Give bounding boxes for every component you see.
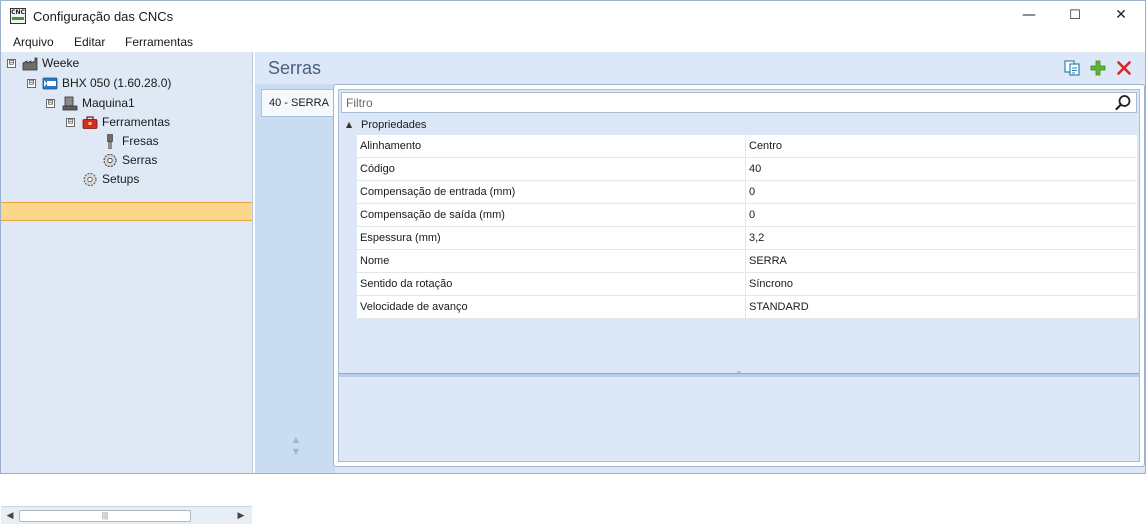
tab-scroll-up-icon[interactable]: ▲ xyxy=(290,434,302,446)
property-value[interactable]: STANDARD xyxy=(749,296,1135,318)
tree-node-maquina1[interactable]: ⊟ Maquina1 xyxy=(1,94,251,113)
tree-node-ferramentas[interactable]: ⊟ Ferramentas xyxy=(1,113,251,132)
filter-box xyxy=(341,92,1137,113)
group-header-propriedades[interactable]: ▲ Propriedades xyxy=(341,115,1137,135)
tree-node-bhx[interactable]: ⊟ BHX 050 (1.60.28.0) xyxy=(1,74,251,93)
window-title: Configuração das CNCs xyxy=(33,9,174,24)
property-row[interactable]: Nome SERRA xyxy=(357,250,1137,273)
close-button[interactable]: ✕ xyxy=(1098,0,1144,31)
minimize-icon: — xyxy=(1022,7,1036,23)
saw-gear-icon xyxy=(102,153,118,168)
group-label: Propriedades xyxy=(361,119,427,131)
maximize-button[interactable]: ☐ xyxy=(1052,0,1098,31)
factory-icon xyxy=(22,56,38,71)
vertical-tab-strip: 40 - SERRA ▲ ▼ xyxy=(255,84,335,473)
tree-horizontal-scrollbar[interactable]: ◀ ||| ▶ xyxy=(1,506,252,524)
property-value[interactable]: 3,2 xyxy=(749,227,1135,249)
tree-node-label: Serras xyxy=(122,153,158,167)
scrollbar-thumb[interactable]: ||| xyxy=(19,510,191,522)
toolbox-icon xyxy=(82,115,98,130)
tab-scroll-arrows[interactable]: ▲ ▼ xyxy=(290,434,302,458)
property-name: Velocidade de avanço xyxy=(360,296,746,318)
property-name: Nome xyxy=(360,250,746,272)
property-value[interactable]: 40 xyxy=(749,158,1135,180)
property-grid: ▲ Propriedades Alinhamento Centro Código… xyxy=(338,89,1140,462)
detail-panel: Serras 40 - SERRA ▲ ▼ Filtro ▲ Proprieda… xyxy=(255,52,1145,473)
property-row[interactable]: Velocidade de avanço STANDARD xyxy=(357,296,1137,319)
app-window: CNC Configuração das CNCs Arquivo Editar… xyxy=(0,0,1146,524)
property-name: Compensação de saída (mm) xyxy=(360,204,746,226)
tree-node-label: Ferramentas xyxy=(102,115,171,129)
property-value[interactable]: Síncrono xyxy=(749,273,1135,295)
property-row[interactable]: Sentido da rotação Síncrono xyxy=(357,273,1137,296)
property-name: Sentido da rotação xyxy=(360,273,746,295)
tree-node-setups[interactable]: Setups xyxy=(1,170,251,189)
close-icon: ✕ xyxy=(1115,7,1127,23)
property-row[interactable]: Compensação de saída (mm) 0 xyxy=(357,204,1137,227)
drill-bit-icon xyxy=(102,134,118,149)
tree-node-fresas[interactable]: Fresas xyxy=(1,132,251,151)
collapse-icon[interactable]: ⊟ xyxy=(46,99,55,108)
property-table: Alinhamento Centro Código 40 Compensação… xyxy=(357,135,1137,319)
property-row[interactable]: Alinhamento Centro xyxy=(357,135,1137,158)
property-name: Espessura (mm) xyxy=(360,227,746,249)
menu-arquivo[interactable]: Arquivo xyxy=(13,35,54,49)
minimize-button[interactable]: — xyxy=(1006,0,1052,31)
property-row[interactable]: Compensação de entrada (mm) 0 xyxy=(357,181,1137,204)
tab-scroll-down-icon[interactable]: ▼ xyxy=(290,446,302,458)
property-value[interactable]: 0 xyxy=(749,204,1135,226)
property-value[interactable]: 0 xyxy=(749,181,1135,203)
add-icon[interactable] xyxy=(1089,59,1107,77)
cnc-app-icon: CNC xyxy=(10,8,26,24)
tree-node-label: Weeke xyxy=(42,56,80,70)
tab-40-serra[interactable]: 40 - SERRA xyxy=(261,89,335,117)
maximize-icon: ☐ xyxy=(1069,8,1081,23)
scroll-right-icon[interactable]: ▶ xyxy=(236,510,246,522)
machine-icon xyxy=(62,96,78,111)
scroll-left-icon[interactable]: ◀ xyxy=(5,510,15,522)
copy-icon[interactable] xyxy=(1063,59,1081,77)
title-bar: CNC Configuração das CNCs xyxy=(1,1,1145,32)
tree-node-label: Fresas xyxy=(122,134,159,148)
description-splitter[interactable]: '''' xyxy=(339,372,1139,378)
tree-node-label: Maquina1 xyxy=(82,96,135,110)
menu-ferramentas[interactable]: Ferramentas xyxy=(125,35,193,49)
property-row[interactable]: Código 40 xyxy=(357,158,1137,181)
property-row[interactable]: Espessura (mm) 3,2 xyxy=(357,227,1137,250)
collapse-icon[interactable]: ⊟ xyxy=(27,79,36,88)
tree-node-serras[interactable]: Serras xyxy=(1,151,251,170)
search-icon[interactable] xyxy=(1115,94,1132,111)
app-icon-text: CNC xyxy=(11,9,25,16)
tree-node-weeke[interactable]: ⊟ Weeke xyxy=(1,54,251,73)
collapse-icon[interactable]: ⊟ xyxy=(66,118,75,127)
collapse-group-icon[interactable]: ▲ xyxy=(346,115,352,135)
property-value[interactable]: Centro xyxy=(749,135,1135,157)
description-area xyxy=(339,378,1139,461)
property-value[interactable]: SERRA xyxy=(749,250,1135,272)
property-name: Código xyxy=(360,158,746,180)
tree-panel: ⊟ Weeke ⊟ BHX 050 (1.60.28.0) ⊟ Maquina1… xyxy=(1,52,253,524)
tree-node-label: BHX 050 (1.60.28.0) xyxy=(62,76,172,90)
panel-title: Serras xyxy=(268,58,322,78)
tree-node-label: Setups xyxy=(102,172,140,186)
tree-selection-highlight xyxy=(1,202,252,221)
gear-icon xyxy=(82,172,98,187)
menu-editar[interactable]: Editar xyxy=(74,35,105,49)
menu-bar: Arquivo Editar Ferramentas xyxy=(1,32,1145,52)
tab-content: ▲ Propriedades Alinhamento Centro Código… xyxy=(333,84,1145,467)
delete-icon[interactable] xyxy=(1115,59,1133,77)
filter-input[interactable] xyxy=(342,93,1112,112)
property-name: Alinhamento xyxy=(360,135,746,157)
cnc-machine-icon xyxy=(42,76,58,91)
collapse-icon[interactable]: ⊟ xyxy=(7,59,16,68)
property-name: Compensação de entrada (mm) xyxy=(360,181,746,203)
